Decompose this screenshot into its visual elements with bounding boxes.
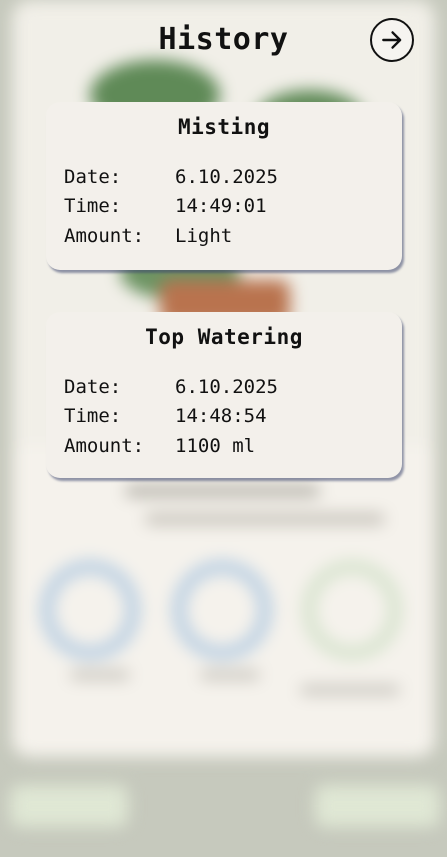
history-card: Top Watering Date: 6.10.2025 Time: 14:48… bbox=[46, 312, 402, 478]
history-card-details: Date: 6.10.2025 Time: 14:48:54 Amount: 1… bbox=[64, 372, 402, 461]
blurred-text bbox=[125, 485, 320, 497]
blurred-button bbox=[10, 785, 128, 827]
amount-row: Amount: 1100 ml bbox=[64, 431, 402, 461]
history-card-title: Top Watering bbox=[145, 325, 303, 349]
time-row: Time: 14:48:54 bbox=[64, 402, 402, 432]
history-card-title: Misting bbox=[177, 115, 270, 139]
amount-value: Light bbox=[175, 224, 233, 247]
history-card: Misting Date: 6.10.2025 Time: 14:49:01 A… bbox=[46, 102, 402, 270]
time-label: Time: bbox=[64, 405, 122, 428]
blurred-gauge bbox=[172, 560, 272, 660]
date-value: 6.10.2025 bbox=[175, 375, 278, 398]
amount-label: Amount: bbox=[64, 224, 145, 247]
amount-row: Amount: Light bbox=[64, 221, 402, 251]
blurred-button bbox=[315, 785, 440, 827]
time-label: Time: bbox=[64, 195, 122, 218]
date-value: 6.10.2025 bbox=[175, 165, 278, 188]
amount-label: Amount: bbox=[64, 434, 145, 457]
history-card-details: Date: 6.10.2025 Time: 14:49:01 Amount: L… bbox=[64, 162, 402, 251]
amount-value: 1100 ml bbox=[175, 434, 256, 457]
close-history-button[interactable] bbox=[370, 18, 414, 62]
arrow-right-icon bbox=[382, 31, 402, 49]
date-label: Date: bbox=[64, 375, 122, 398]
blurred-gauge-label bbox=[200, 670, 260, 680]
blurred-text bbox=[145, 513, 385, 525]
blurred-gauge-label bbox=[300, 685, 400, 695]
date-label: Date: bbox=[64, 165, 122, 188]
time-value: 14:49:01 bbox=[175, 195, 267, 218]
blurred-gauge bbox=[40, 560, 140, 660]
time-value: 14:48:54 bbox=[175, 405, 267, 428]
date-row: Date: 6.10.2025 bbox=[64, 372, 402, 402]
blurred-gauge bbox=[302, 560, 402, 660]
blurred-gauge-label bbox=[70, 670, 130, 680]
date-row: Date: 6.10.2025 bbox=[64, 162, 402, 192]
background-info-panel bbox=[12, 445, 435, 755]
time-row: Time: 14:49:01 bbox=[64, 192, 402, 222]
